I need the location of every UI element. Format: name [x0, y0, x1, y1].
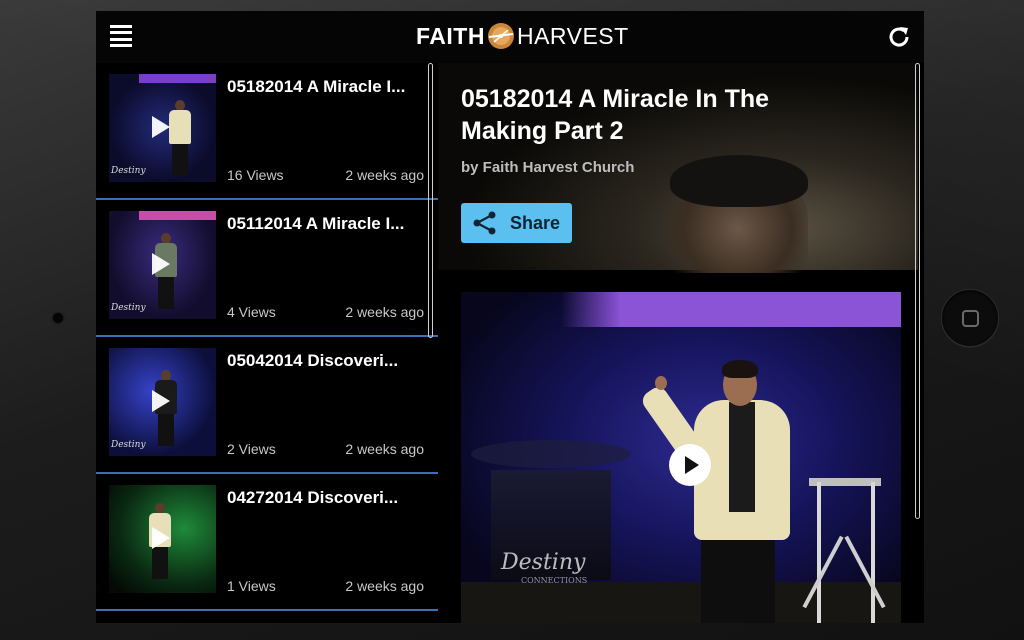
view-count: 4 Views [227, 304, 276, 320]
video-thumbnail [109, 485, 216, 593]
view-count: 1 Views [227, 578, 276, 594]
list-item[interactable]: Destiny 05112014 A Miracle I... 4 Views … [96, 200, 438, 337]
share-label: Share [510, 212, 561, 233]
video-thumbnail: Destiny [109, 74, 216, 182]
share-button[interactable]: Share [461, 203, 572, 243]
play-icon [152, 253, 170, 275]
detail-scrollbar[interactable] [915, 63, 920, 519]
upload-age: 2 weeks ago [345, 441, 424, 457]
detail-title: 05182014 A Miracle In The Making Part 2 [461, 85, 770, 145]
play-icon [152, 116, 170, 138]
upload-age: 2 weeks ago [345, 304, 424, 320]
video-detail: 05182014 A Miracle In The Making Part 2 … [438, 63, 924, 623]
video-title: 05182014 A Miracle I... [227, 77, 406, 96]
home-square-icon [961, 309, 979, 327]
app-logo: FAITH HARVEST [416, 21, 629, 51]
home-button[interactable] [941, 289, 999, 347]
video-title: 04272014 Discoveri... [227, 488, 399, 507]
logo-emblem-icon [487, 23, 514, 49]
view-count: 16 Views [227, 167, 284, 183]
list-item[interactable]: Destiny 05042014 Discoveri... 2 Views 2 … [96, 337, 438, 474]
play-icon [152, 527, 170, 549]
video-watermark: Destiny [501, 550, 586, 575]
video-title: 05042014 Discoveri... [227, 351, 399, 370]
list-scrollbar[interactable] [428, 63, 433, 338]
logo-word-faith: FAITH [416, 22, 485, 49]
play-icon [685, 456, 699, 474]
video-thumbnail: Destiny [109, 348, 216, 456]
video-watermark-sub: CONNECTIONS [521, 576, 588, 585]
video-list: Destiny 05182014 A Miracle I... 16 Views… [96, 63, 438, 623]
video-title: 05112014 A Miracle I... [227, 214, 405, 233]
play-button[interactable] [669, 444, 711, 486]
camera-dot [53, 313, 63, 323]
list-item[interactable]: 04272014 Discoveri... 1 Views 2 weeks ag… [96, 474, 438, 611]
refresh-icon[interactable] [886, 24, 912, 50]
view-count: 2 Views [227, 441, 276, 457]
app-screen: FAITH HARVEST Destiny 05182014 A Miracle… [96, 11, 924, 623]
app-header: FAITH HARVEST [96, 11, 924, 63]
video-player[interactable]: Destiny CONNECTIONS [461, 292, 901, 623]
play-icon [152, 390, 170, 412]
upload-age: 2 weeks ago [345, 578, 424, 594]
upload-age: 2 weeks ago [345, 167, 424, 183]
share-icon [473, 211, 496, 235]
list-item[interactable]: Destiny 05182014 A Miracle I... 16 Views… [96, 63, 438, 200]
detail-author: by Faith Harvest Church [461, 159, 635, 176]
video-thumbnail: Destiny [109, 211, 216, 319]
logo-word-harvest: HARVEST [516, 22, 629, 49]
hamburger-menu-icon[interactable] [110, 25, 132, 47]
